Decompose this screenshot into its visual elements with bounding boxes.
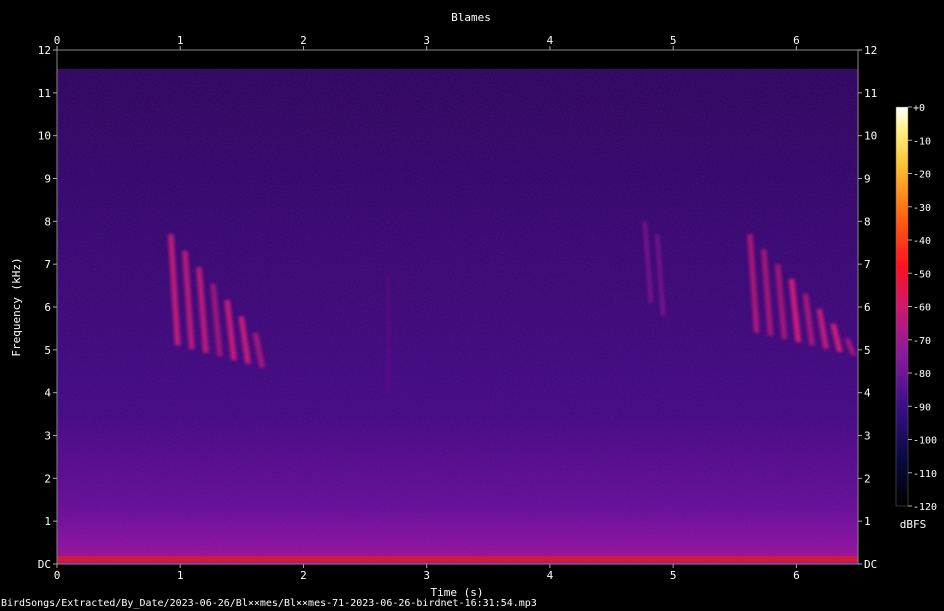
y-axis-right: DC123456789101112 — [858, 44, 877, 571]
y-tick-label-left: 2 — [44, 472, 51, 485]
colorbar-tick-label: -50 — [913, 269, 931, 280]
colorbar-tick-label: -80 — [913, 369, 931, 380]
colorbar-tick-label: -10 — [913, 136, 931, 147]
x-tick-label-bottom: 4 — [547, 569, 554, 582]
colorbar-tick-label: -120 — [913, 502, 937, 513]
x-axis-top: 0 1 2 3 4 5 6 — [54, 34, 800, 50]
colorbar-tick-label: -110 — [913, 469, 937, 480]
y-tick-label-right: 3 — [864, 430, 871, 443]
y-tick-label-right: 5 — [864, 344, 871, 357]
x-tick-label-bottom: 0 — [54, 569, 61, 582]
y-tick-label-right: 4 — [864, 387, 871, 400]
y-tick-label-left: 8 — [44, 215, 51, 228]
x-tick-label-bottom: 5 — [670, 569, 677, 582]
y-tick-label-right: 11 — [864, 87, 877, 100]
y-tick-label-right: 8 — [864, 215, 871, 228]
x-tick-label-bottom: 3 — [423, 569, 430, 582]
y-tick-label-left: 9 — [44, 173, 51, 186]
y-tick-label-left: 10 — [38, 130, 51, 143]
y-tick-label-left: 5 — [44, 344, 51, 357]
y-tick-label-right: 1 — [864, 515, 871, 528]
spectrogram-chart: Blames 0123456 0123456 DC123456789101112… — [0, 0, 944, 611]
colorbar-tick-label: -30 — [913, 203, 931, 214]
y-tick-label-left: 4 — [44, 387, 51, 400]
y-tick-label-left: DC — [38, 558, 51, 571]
colorbar-tick-label: -20 — [913, 170, 931, 181]
x-tick-label-top: 2 — [300, 34, 307, 47]
dc-band — [57, 556, 858, 562]
x-tick-label-bottom: 2 — [300, 569, 307, 582]
y-tick-label-right: DC — [864, 558, 877, 571]
y-tick-label-left: 7 — [44, 258, 51, 271]
y-tick-label-right: 2 — [864, 472, 871, 485]
y-tick-label-right: 10 — [864, 130, 877, 143]
colorbar-tick-label: -40 — [913, 236, 931, 247]
y-tick-label-right: 9 — [864, 173, 871, 186]
y-tick-label-left: 12 — [38, 44, 51, 57]
y-axis-left: DC123456789101112 — [38, 44, 57, 571]
x-axis-bottom: 0 1 2 3 4 5 6 — [54, 564, 800, 582]
y-tick-label-left: 1 — [44, 515, 51, 528]
x-tick-label-top: 6 — [793, 34, 800, 47]
y-tick-label-left: 3 — [44, 430, 51, 443]
spectrogram-plot-area — [57, 50, 858, 564]
y-tick-label-right: 6 — [864, 301, 871, 314]
colorbar-gradient — [896, 107, 908, 506]
colorbar-label: dBFS — [900, 518, 927, 531]
colorbar-ticks: +0 -10 -20 -30 -40 -50 -60 -70 -80 -90 -100 -110 -12… — [908, 103, 937, 513]
x-tick-label-bottom: 6 — [793, 569, 800, 582]
x-tick-label-top: 0 — [54, 34, 61, 47]
colorbar-tick-label: -70 — [913, 336, 931, 347]
x-tick-label-top: 4 — [547, 34, 554, 47]
y-axis-label: Frequency (kHz) — [10, 257, 23, 356]
file-path: BirdSongs/Extracted/By_Date/2023-06-26/B… — [1, 598, 537, 610]
x-tick-label-top: 5 — [670, 34, 677, 47]
colorbar-tick-label: +0 — [913, 103, 925, 114]
y-tick-label-right: 12 — [864, 44, 877, 57]
colorbar-tick-label: -90 — [913, 402, 931, 413]
colorbar: +0 -10 -20 -30 -40 -50 -60 -70 -80 -90 -100 -110 -12… — [896, 103, 937, 531]
y-tick-label-left: 11 — [38, 87, 51, 100]
y-tick-label-right: 7 — [864, 258, 871, 271]
call-event — [387, 273, 389, 393]
x-tick-label-bottom: 1 — [177, 569, 184, 582]
colorbar-tick-label: -60 — [913, 303, 931, 314]
chart-title: Blames — [451, 11, 491, 24]
colorbar-tick-label: -100 — [913, 436, 937, 447]
x-tick-label-top: 1 — [177, 34, 184, 47]
x-tick-label-top: 3 — [423, 34, 430, 47]
y-tick-label-left: 6 — [44, 301, 51, 314]
